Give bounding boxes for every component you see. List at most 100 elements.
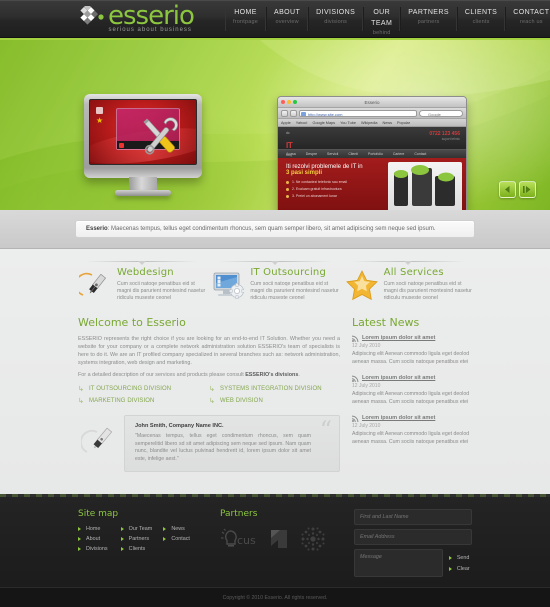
rss-icon	[352, 375, 359, 384]
nav-label: DIVISIONS	[316, 9, 356, 16]
hero-slider: ★ Esserio http://www.site.com Google App…	[0, 38, 550, 210]
main-content: Webdesign Cum socii natoqe penatibus eid…	[0, 249, 550, 494]
star-icon	[345, 267, 379, 302]
testimonial-quote: "Maecenas tempus, tellus eget condimentu…	[135, 433, 311, 462]
sitemap-link-divisions[interactable]: Divisions	[78, 546, 121, 556]
nav-label: CONTACT	[513, 9, 550, 16]
browser-search-field[interactable]: Google	[419, 109, 463, 117]
contact-email-input[interactable]	[354, 529, 472, 545]
bookmark-item[interactable]: Popular	[397, 121, 410, 125]
footer-contact-form: Send Clear	[354, 509, 472, 577]
bookmark-item[interactable]: Yahoo!	[296, 121, 308, 125]
mock-nav-item[interactable]: Clienti	[348, 152, 358, 156]
news-item-date: 12 July 2010	[352, 343, 381, 349]
back-button[interactable]	[281, 109, 288, 117]
contact-name-input[interactable]	[354, 509, 472, 525]
sitemap-link-home[interactable]: Home	[78, 526, 121, 536]
forward-button[interactable]	[290, 109, 297, 117]
monitor-gear-icon	[211, 267, 245, 302]
service-card-all-services[interactable]: All Services Cum socii natoqe penatibus …	[345, 261, 472, 302]
slider-next-button[interactable]	[519, 181, 536, 198]
news-item-title[interactable]: Lorem ipsum dolor sit amet	[352, 375, 472, 384]
main-navigation: HOME frontpage ABOUT overview DIVISIONS …	[225, 7, 550, 52]
browser-window-title: Esserio	[364, 99, 380, 105]
nav-item-about[interactable]: ABOUT overview	[266, 7, 309, 31]
divisions-list: IT OUTSOURCING DIVISION SYSTEMS INTEGRAT…	[78, 383, 340, 407]
division-link-web[interactable]: WEB DIVISION	[209, 395, 340, 407]
mock-nav-item[interactable]: Portofoliu	[368, 152, 383, 156]
division-link-systems-integration[interactable]: SYSTEMS INTEGRATION DIVISION	[209, 383, 340, 395]
svg-text:cus: cus	[237, 534, 256, 547]
mock-nav-item[interactable]: Servicii	[327, 152, 338, 156]
mock-site-header: doITeasy.ro Servicii de outsourcing IT 0…	[278, 127, 466, 165]
focus-bulb-logo[interactable]: cus	[220, 527, 258, 556]
news-item-title-text: Lorem ipsum dolor sit amet	[362, 335, 436, 341]
send-button[interactable]: Send	[448, 555, 472, 561]
arrow-cursor-logo[interactable]	[268, 527, 290, 556]
footer-sitemap: Site map Home About Divisions Our Team P…	[78, 509, 206, 577]
sitemap-column-1: Home About Divisions	[78, 526, 121, 556]
sitemap-link-partners[interactable]: Partners	[120, 536, 164, 546]
bookmark-item[interactable]: Wikipedia	[361, 121, 377, 125]
service-text: Cum socii natoqe penatibus eid st magni …	[117, 281, 206, 301]
service-card-webdesign[interactable]: Webdesign Cum socii natoqe penatibus eid…	[78, 261, 205, 302]
browser-viewport: doITeasy.ro Servicii de outsourcing IT 0…	[278, 127, 466, 210]
nav-sublabel: overview	[275, 19, 299, 25]
welcome-divisions-link[interactable]: ESSERIO's divisions	[245, 372, 298, 378]
logo-tagline: serious about business	[108, 27, 192, 33]
site-header: esserio serious about business HOME fron…	[0, 0, 550, 52]
service-card-it-outsourcing[interactable]: IT Outsourcing Cum socii natoqe penatibu…	[211, 261, 339, 302]
nav-sublabel: reach us	[519, 19, 543, 25]
contact-message-textarea[interactable]	[354, 549, 443, 577]
nav-label: OUR TEAM	[371, 9, 393, 27]
mock-phone-label: suport tehnic	[441, 137, 460, 141]
dotted-burst-logo[interactable]	[300, 526, 326, 557]
news-item-text: Adipiscing elit Aenean commodo ligula eg…	[352, 391, 470, 405]
browser-url-bar[interactable]: http://www.site.com	[299, 109, 417, 117]
news-item-date: 12 July 2010	[352, 383, 381, 389]
news-item-title-text: Lorem ipsum dolor sit amet	[362, 375, 436, 381]
rss-icon	[352, 335, 359, 344]
logo[interactable]: esserio serious about business	[80, 3, 195, 33]
content-columns: Welcome to Esserio ESSERIO represents th…	[0, 312, 550, 486]
nav-item-our-team[interactable]: OUR TEAM behind the pixels	[363, 7, 401, 52]
footer-partners: Partners cus	[220, 509, 340, 577]
sitemap-link-contact[interactable]: Contact	[163, 536, 206, 546]
clear-button[interactable]: Clear	[448, 566, 472, 572]
sitemap-title: Site map	[78, 509, 119, 519]
news-item-title-text: Lorem ipsum dolor sit amet	[362, 415, 436, 421]
service-title: Webdesign	[117, 267, 174, 278]
news-item: Lorem ipsum dolor sit amet 12 July 2010 …	[352, 415, 472, 446]
mock-nav-item[interactable]: Cariere	[393, 152, 404, 156]
welcome-paragraph-2-pre: For a detailed description of our servic…	[78, 372, 246, 378]
news-item-title[interactable]: Lorem ipsum dolor sit amet	[352, 415, 472, 422]
welcome-column: Welcome to Esserio ESSERIO represents th…	[78, 316, 340, 472]
news-item-title[interactable]: Lorem ipsum dolor sit amet	[352, 335, 472, 344]
nav-item-partners[interactable]: PARTNERS partners	[400, 7, 457, 31]
sitemap-column-3: News Contact	[163, 526, 206, 556]
bookmark-item[interactable]: Apple	[281, 121, 291, 125]
sitemap-link-clients[interactable]: Clients	[120, 546, 164, 556]
welcome-paragraph-2: For a detailed description of our servic…	[78, 371, 340, 379]
nav-item-clients[interactable]: CLIENTS clients	[456, 7, 506, 31]
bookmark-item[interactable]: You Tube	[340, 121, 356, 125]
sitemap-link-news[interactable]: News	[163, 526, 206, 536]
mock-nav-item[interactable]: Contact	[414, 152, 426, 156]
news-item-date: 12 July 2010	[352, 423, 381, 429]
news-column: Latest News Lorem ipsum dolor sit amet 1…	[352, 316, 472, 472]
bookmark-item[interactable]: News	[382, 121, 392, 125]
wrench-screwdriver-icon	[134, 114, 188, 164]
slider-prev-button[interactable]	[499, 181, 516, 198]
nav-label: ABOUT	[274, 9, 301, 16]
bookmark-item[interactable]: Google Maps	[312, 121, 335, 125]
nav-item-home[interactable]: HOME frontpage	[225, 7, 267, 31]
division-link-it-outsourcing[interactable]: IT OUTSOURCING DIVISION	[78, 383, 209, 395]
nav-item-contact[interactable]: CONTACT reach us	[505, 7, 550, 31]
service-title: IT Outsourcing	[250, 267, 327, 278]
division-link-marketing[interactable]: MARKETING DIVISION	[78, 395, 209, 407]
nav-item-divisions[interactable]: DIVISIONS divisions	[308, 7, 364, 31]
sitemap-link-our-team[interactable]: Our Team	[120, 526, 164, 536]
news-item: Lorem ipsum dolor sit amet 12 July 2010 …	[352, 375, 472, 406]
sitemap-link-about[interactable]: About	[78, 536, 121, 546]
service-text: Cum socii natoqe penatibus eid st magni …	[250, 281, 339, 301]
